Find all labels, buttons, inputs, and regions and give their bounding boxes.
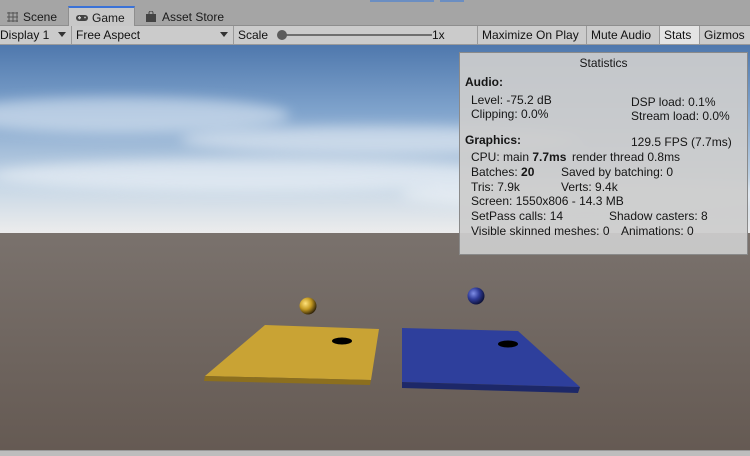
dsp-load: DSP load: 0.1% xyxy=(631,95,716,109)
yellow-ball xyxy=(299,297,317,315)
mute-label: Mute Audio xyxy=(591,28,652,42)
toolbar-edge xyxy=(370,0,434,2)
aspect-label: Free Aspect xyxy=(76,28,141,42)
render-thread: render thread 0.8ms xyxy=(572,150,681,164)
display-dropdown[interactable]: Display 1 xyxy=(0,26,72,44)
chevron-down-icon xyxy=(220,32,228,37)
graphics-heading: Graphics: xyxy=(465,133,522,147)
yellow-platform-hole xyxy=(332,337,352,345)
setpass-calls: SetPass calls: 14 xyxy=(471,209,564,223)
cpu-prefix: CPU: main xyxy=(471,150,533,164)
toolbar-edge xyxy=(440,0,464,2)
maximize-on-play-toggle[interactable]: Maximize On Play xyxy=(478,26,587,44)
tab-label: Scene xyxy=(23,10,58,24)
store-bag-icon xyxy=(145,10,158,23)
scale-slider-track[interactable] xyxy=(282,34,432,36)
saved-by-batching: Saved by batching: 0 xyxy=(561,165,674,179)
visible-skinned-meshes: Visible skinned meshes: 0 xyxy=(471,224,610,238)
cpu-main-value: 7.7ms xyxy=(532,150,567,164)
screen-info: Screen: 1550x806 - 14.3 MB xyxy=(471,194,624,208)
tris: Tris: 7.9k xyxy=(471,180,520,194)
tab-asset-store[interactable]: Asset Store xyxy=(139,6,232,26)
stats-toggle[interactable]: Stats xyxy=(660,26,700,44)
mute-audio-toggle[interactable]: Mute Audio xyxy=(587,26,660,44)
audio-level: Level: -75.2 dB xyxy=(471,93,552,107)
cpu-main: CPU: main 7.7ms xyxy=(471,150,566,164)
audio-clipping: Clipping: 0.0% xyxy=(471,107,549,121)
tab-scene[interactable]: Scene xyxy=(0,6,65,26)
statistics-panel: Statistics Audio: Level: -75.2 dB DSP lo… xyxy=(459,52,748,255)
gizmos-toggle[interactable]: Gizmos xyxy=(700,26,750,44)
scale-slider-handle[interactable] xyxy=(277,30,287,40)
game-view-toolbar: Display 1 Free Aspect Scale 1x Maximize … xyxy=(0,26,750,45)
gamepad-icon xyxy=(75,12,88,24)
animations: Animations: 0 xyxy=(621,224,694,238)
editor-bottom-edge xyxy=(0,450,750,456)
verts: Verts: 9.4k xyxy=(561,180,618,194)
maximize-label: Maximize On Play xyxy=(482,28,579,42)
stats-label: Stats xyxy=(664,28,692,42)
display-label: Display 1 xyxy=(0,28,50,42)
batches-value: 20 xyxy=(521,165,535,179)
tab-label: Asset Store xyxy=(162,10,225,24)
tab-game[interactable]: Game xyxy=(68,6,135,26)
scene-grid-icon xyxy=(6,11,19,23)
chevron-down-icon xyxy=(58,32,66,37)
batches-prefix: Batches: xyxy=(471,165,522,179)
scale-control: Scale 1x xyxy=(234,26,478,44)
stream-load: Stream load: 0.0% xyxy=(631,109,730,123)
shadow-casters: Shadow casters: 8 xyxy=(609,209,708,223)
tab-label: Game xyxy=(92,11,125,25)
scale-value: 1x xyxy=(432,28,445,42)
gizmos-label: Gizmos xyxy=(704,28,745,42)
aspect-dropdown[interactable]: Free Aspect xyxy=(72,26,234,44)
stats-title: Statistics xyxy=(579,56,628,70)
audio-heading: Audio: xyxy=(465,75,503,89)
blue-platform-hole xyxy=(498,340,518,348)
scale-label: Scale xyxy=(238,28,269,42)
fps-readout: 129.5 FPS (7.7ms) xyxy=(631,135,732,149)
blue-ball xyxy=(467,287,485,305)
editor-tab-strip: Scene Game Asset Store xyxy=(0,0,750,26)
batches: Batches: 20 xyxy=(471,165,534,179)
